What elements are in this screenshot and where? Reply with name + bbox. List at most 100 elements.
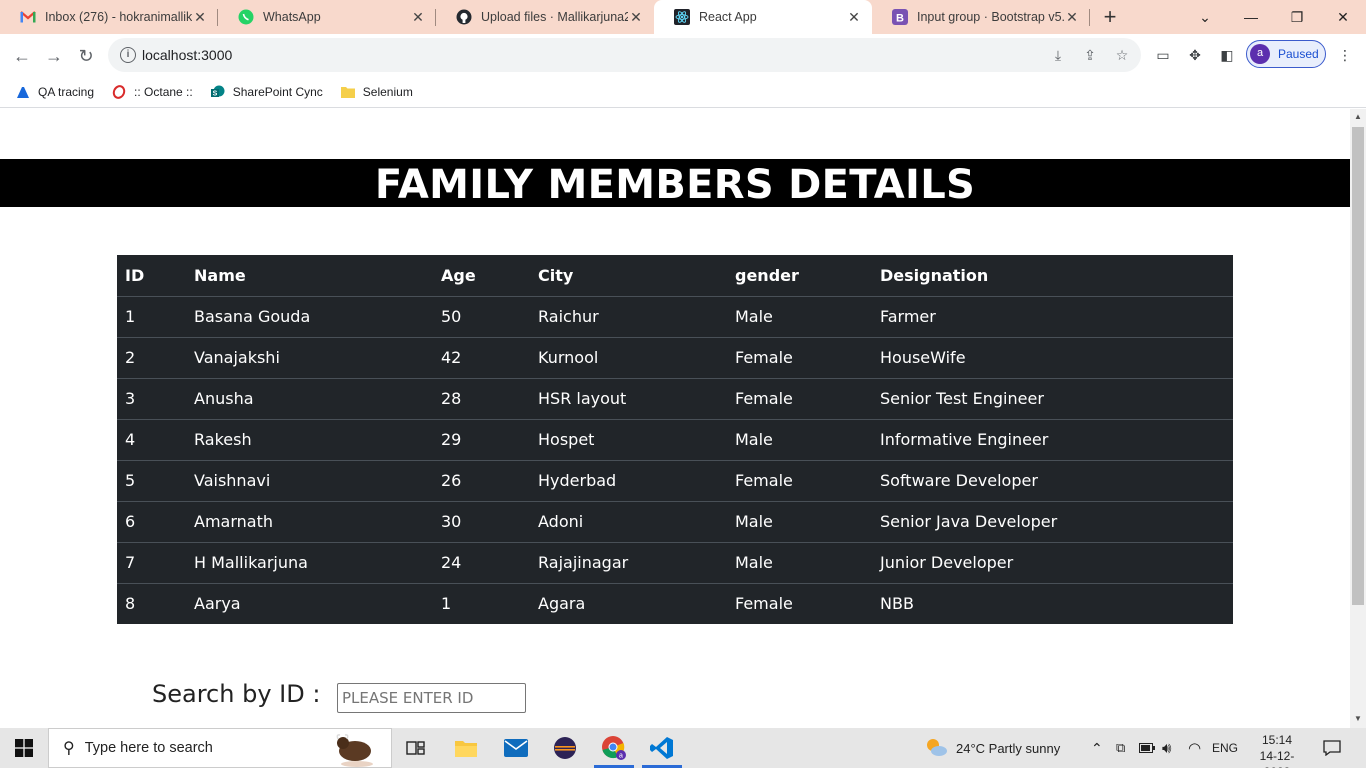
svg-text:S: S	[212, 90, 217, 97]
bookmark-star-icon[interactable]: ☆	[1114, 47, 1130, 63]
cell-name: Amarnath	[186, 501, 433, 543]
meet-now-icon[interactable]: ⧉	[1116, 728, 1125, 768]
taskbar-search-box[interactable]: ⚲ Type here to search	[48, 728, 392, 768]
search-id-input[interactable]	[337, 683, 526, 713]
folder-icon	[340, 85, 355, 99]
chrome-icon[interactable]: a	[590, 728, 638, 768]
cell-id: 8	[125, 594, 136, 614]
cell-gender: Male	[727, 542, 872, 584]
show-hidden-icons-icon[interactable]: ⌃	[1091, 728, 1103, 768]
scrollbar-thumb[interactable]	[1352, 127, 1364, 605]
scroll-up-icon[interactable]: ▲	[1353, 112, 1363, 121]
weather-widget[interactable]: 24°C Partly sunny	[924, 728, 1060, 768]
svg-text:a: a	[619, 753, 623, 760]
taskbar: ⚲ Type here to search a 24°C Partly sunn…	[0, 728, 1366, 768]
table-header-row: ID Name Age City gender Designation	[117, 255, 1233, 297]
tab-whatsapp[interactable]: WhatsApp ✕	[218, 0, 436, 34]
cell-designation: Senior Java Developer	[872, 501, 1233, 543]
tab-title: Upload files · Mallikarjuna20	[481, 10, 628, 24]
page-title: FAMILY MEMBERS DETAILS	[0, 159, 1350, 208]
battery-icon[interactable]	[1139, 728, 1155, 768]
qa-icon	[16, 85, 30, 99]
search-label: Search by ID :	[152, 680, 321, 708]
restore-icon[interactable]: ❐	[1274, 0, 1320, 34]
network-icon[interactable]: ◠	[1188, 728, 1201, 768]
cell-gender: Female	[727, 460, 872, 502]
tab-search-chevron-icon[interactable]: ⌄	[1182, 0, 1228, 34]
close-tab-icon[interactable]: ✕	[410, 9, 426, 26]
cell-name: Rakesh	[186, 419, 433, 461]
svg-text:B: B	[896, 12, 904, 24]
cell-id: 3	[117, 378, 186, 420]
install-app-icon[interactable]: ⤓	[1050, 47, 1066, 63]
address-bar[interactable]: i localhost:3000 ⤓ ⇪ ☆	[108, 38, 1141, 72]
scroll-down-icon[interactable]: ▼	[1353, 714, 1363, 723]
mail-icon[interactable]	[492, 728, 540, 768]
tab-gmail[interactable]: Inbox (276) - hokranimallikar ✕	[0, 0, 218, 34]
cell-designation: Informative Engineer	[872, 419, 1233, 461]
bookmark-octane[interactable]: :: Octane ::	[112, 85, 193, 99]
tab-title: Inbox (276) - hokranimallikar	[45, 10, 192, 24]
tab-react-app[interactable]: React App ✕	[654, 0, 872, 34]
close-tab-icon[interactable]: ✕	[1064, 9, 1080, 26]
table-row: 4 Rakesh 29 Hospet Male Informative Engi…	[117, 419, 1233, 461]
tab-title: React App	[699, 10, 757, 24]
system-clock[interactable]: 15:14 14-12-2023	[1250, 732, 1304, 768]
url-text[interactable]: localhost:3000	[142, 47, 232, 63]
cell-id: 5	[117, 460, 186, 502]
close-tab-icon[interactable]: ✕	[846, 9, 862, 26]
table-row: 8 Aarya 1 Agara Female NBB	[117, 583, 1233, 624]
bookmark-label: :: Octane ::	[134, 84, 193, 99]
cell-gender: Male	[727, 419, 872, 461]
share-icon[interactable]: ⇪	[1082, 47, 1098, 63]
pdf-extension-icon[interactable]: ▭	[1154, 46, 1172, 64]
tab-bootstrap[interactable]: B Input group · Bootstrap v5.3 ✕	[872, 0, 1090, 34]
bookmark-qa-tracing[interactable]: QA tracing	[16, 85, 94, 99]
cell-designation: Farmer	[872, 296, 1233, 338]
language-indicator[interactable]: ENG	[1212, 728, 1238, 768]
table-row: 1 Basana Gouda 50 Raichur Male Farmer	[117, 296, 1233, 338]
close-tab-icon[interactable]: ✕	[628, 9, 644, 26]
close-window-icon[interactable]: ✕	[1320, 0, 1366, 34]
bookmark-sharepoint[interactable]: S SharePoint Cync	[210, 85, 323, 99]
bootstrap-icon: B	[892, 9, 908, 25]
reload-icon[interactable]: ↻	[72, 42, 100, 70]
extensions-puzzle-icon[interactable]: ✥	[1186, 46, 1204, 64]
column-header-age: Age	[433, 255, 530, 297]
new-tab-button[interactable]: +	[1090, 0, 1130, 34]
windows-start-icon[interactable]	[0, 728, 48, 768]
column-header-designation: Designation	[872, 255, 1233, 297]
menu-kebab-icon[interactable]: ⋮	[1336, 46, 1354, 64]
minimize-icon[interactable]: —	[1228, 0, 1274, 34]
volume-icon[interactable]: 🔊︎	[1162, 728, 1171, 768]
eclipse-icon[interactable]	[541, 728, 589, 768]
github-icon	[456, 9, 472, 25]
cell-gender: Male	[727, 501, 872, 543]
page-scrollbar[interactable]: ▲ ▼	[1350, 109, 1366, 728]
clock-date: 14-12-2023	[1259, 749, 1295, 768]
page-viewport: FAMILY MEMBERS DETAILS ID Name Age City …	[0, 109, 1350, 728]
file-explorer-icon[interactable]	[442, 728, 490, 768]
task-view-icon[interactable]	[392, 728, 440, 768]
octane-icon	[112, 84, 126, 99]
bookmark-selenium[interactable]: Selenium	[340, 85, 413, 99]
close-tab-icon[interactable]: ✕	[192, 9, 208, 26]
column-header-name: Name	[186, 255, 433, 297]
forward-arrow-icon[interactable]: →	[40, 42, 68, 70]
cell-designation: Senior Test Engineer	[872, 378, 1233, 420]
cell-gender: Male	[727, 296, 872, 338]
site-info-icon[interactable]: i	[120, 47, 136, 63]
notifications-icon[interactable]	[1323, 728, 1341, 768]
cell-id: 1	[117, 296, 186, 338]
cell-name: Anusha	[186, 378, 433, 420]
cell-age: 50	[433, 296, 530, 338]
vscode-icon[interactable]	[638, 728, 686, 768]
cell-gender: Female	[727, 378, 872, 420]
side-panel-icon[interactable]: ◧	[1218, 46, 1236, 64]
profile-button[interactable]: a Paused	[1246, 40, 1326, 68]
taskbar-search-placeholder: Type here to search	[84, 740, 213, 756]
tab-github[interactable]: Upload files · Mallikarjuna20 ✕	[436, 0, 654, 34]
cell-gender: Female	[735, 594, 793, 614]
cell-city: Rajajinagar	[530, 542, 727, 584]
back-arrow-icon[interactable]: ←	[8, 42, 36, 70]
